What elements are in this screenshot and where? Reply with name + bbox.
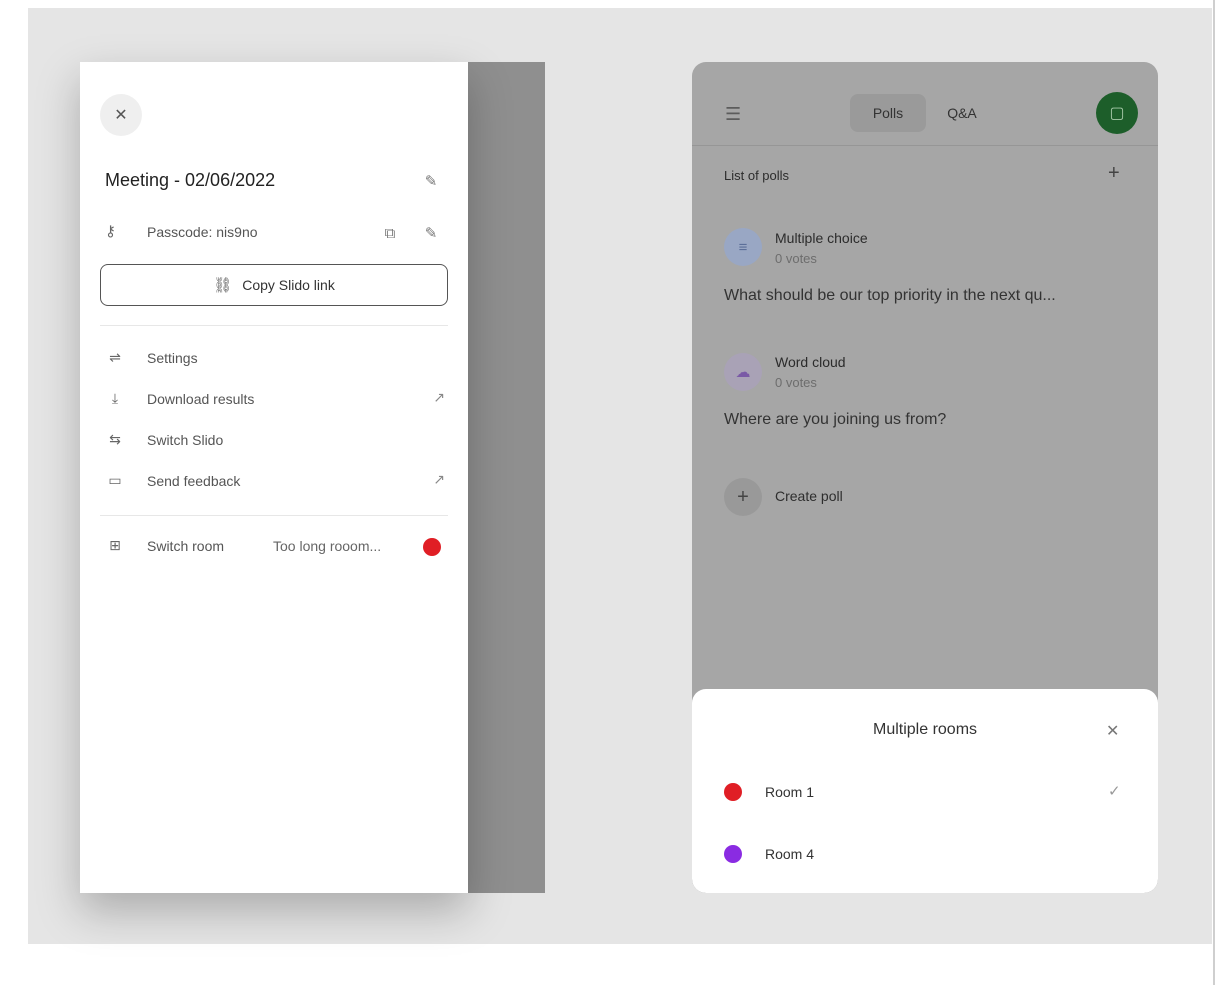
menu-item-download-results[interactable]: ⤓ Download results ↗: [105, 389, 445, 411]
room-color-dot: [724, 783, 742, 801]
panel-header: ☰ Polls Q&A ▢: [692, 62, 1158, 146]
copy-slido-link-button[interactable]: ⛓ Copy Slido link: [100, 264, 448, 306]
download-icon: ⤓: [111, 390, 119, 406]
feedback-icon: ▭: [108, 472, 122, 488]
copy-passcode-icon[interactable]: ⧉: [381, 224, 399, 242]
tab-qa[interactable]: Q&A: [932, 94, 992, 132]
menu-item-label: Send feedback: [147, 473, 241, 489]
room-name: Room 1: [765, 784, 815, 800]
external-link-icon: ↗: [433, 389, 445, 405]
poll-type: Multiple choice: [775, 230, 868, 246]
switch-icon: ⇆: [109, 431, 121, 447]
slido-logo-icon: ▢: [1109, 105, 1125, 122]
avatar[interactable]: ▢: [1096, 92, 1138, 134]
divider: [100, 325, 448, 326]
page: ✕ Meeting - 02/06/2022 ✎ ⚷ Passcode: nis…: [0, 0, 1230, 985]
external-link-icon: ↗: [433, 471, 445, 487]
sheet-title: Multiple rooms: [872, 721, 978, 738]
drawer-mock: ✕ Meeting - 02/06/2022 ✎ ⚷ Passcode: nis…: [80, 62, 545, 893]
edit-title-icon[interactable]: ✎: [422, 172, 440, 190]
menu-icon[interactable]: ☰: [725, 104, 741, 125]
polls-list-title: List of polls: [724, 168, 790, 183]
room-option-1[interactable]: Room 1 ✓: [724, 780, 1124, 804]
close-icon[interactable]: ✕: [1106, 721, 1119, 741]
create-poll-icon[interactable]: +: [724, 478, 762, 516]
room-name: Room 4: [765, 846, 815, 862]
edit-passcode-icon[interactable]: ✎: [422, 224, 440, 242]
menu-item-switch-room[interactable]: ⊞ Switch room Too long rooom...: [105, 536, 445, 558]
side-drawer: ✕ Meeting - 02/06/2022 ✎ ⚷ Passcode: nis…: [80, 62, 468, 893]
poll-question: Where are you joining us from?: [724, 411, 947, 428]
tab-polls[interactable]: Polls: [850, 94, 926, 132]
menu-item-label: Switch room: [147, 538, 225, 554]
add-poll-icon[interactable]: +: [1108, 162, 1120, 185]
menu-item-settings[interactable]: ⇌ Settings: [105, 348, 445, 370]
menu-item-label: Download results: [147, 391, 255, 407]
close-icon[interactable]: ✕: [100, 94, 142, 136]
key-icon: ⚷: [105, 223, 116, 240]
meeting-title: Meeting - 02/06/2022: [105, 170, 276, 190]
page-edge: [1213, 0, 1230, 985]
passcode-label: Passcode: nis9no: [147, 224, 258, 240]
sliders-icon: ⇌: [109, 349, 121, 365]
menu-item-switch-slido[interactable]: ⇆ Switch Slido: [105, 430, 445, 452]
poll-votes: 0 votes: [775, 375, 817, 390]
room-grid-icon: ⊞: [109, 537, 121, 553]
menu-item-label: Settings: [147, 350, 198, 366]
cloud-icon: ☁: [724, 353, 762, 391]
list-icon: ≡: [724, 228, 762, 266]
room-color-dot: [423, 538, 441, 556]
current-room-name: Too long rooom...: [273, 538, 382, 554]
room-option-4[interactable]: Room 4: [724, 842, 1124, 866]
poll-type: Word cloud: [775, 354, 846, 370]
drawer-backdrop[interactable]: [468, 62, 545, 893]
link-icon: ⛓: [213, 277, 233, 294]
menu-item-send-feedback[interactable]: ▭ Send feedback ↗: [105, 471, 445, 493]
create-poll-button[interactable]: Create poll: [775, 488, 843, 504]
multiple-rooms-sheet: Multiple rooms ✕ Room 1 ✓ Room 4: [692, 689, 1158, 893]
copy-link-label: Copy Slido link: [242, 277, 335, 293]
menu-item-label: Switch Slido: [147, 432, 224, 448]
divider: [100, 515, 448, 516]
room-color-dot: [724, 845, 742, 863]
poll-votes: 0 votes: [775, 251, 817, 266]
polls-panel-mock: ☰ Polls Q&A ▢ List of polls + ≡ Multiple…: [692, 62, 1158, 893]
check-icon: ✓: [1108, 783, 1121, 800]
poll-question: What should be our top priority in the n…: [724, 287, 1056, 304]
